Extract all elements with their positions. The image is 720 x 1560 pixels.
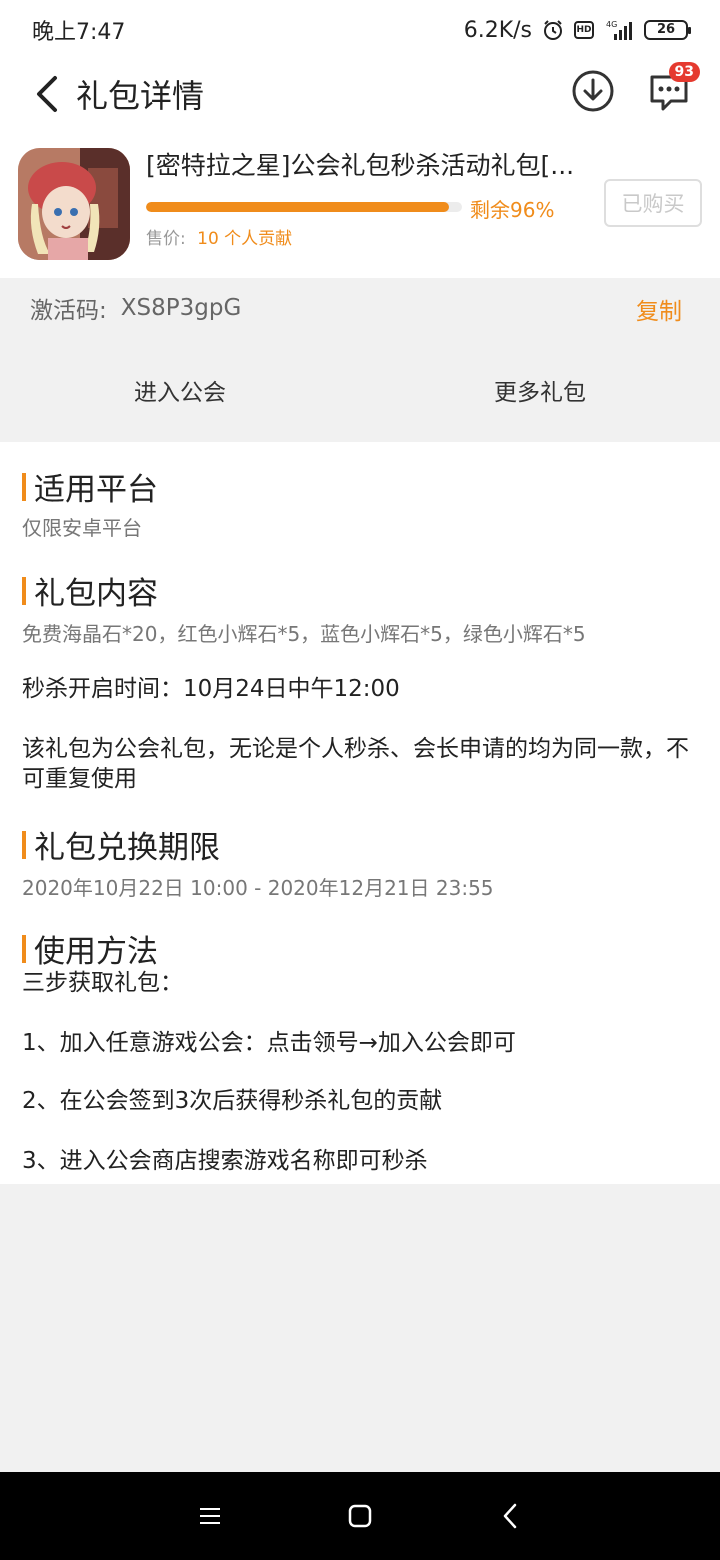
alarm-icon xyxy=(542,19,564,41)
home-button[interactable] xyxy=(342,1498,378,1534)
contents-note: 该礼包为公会礼包，无论是个人秒杀、会长申请的均为同一款，不可重复使用 xyxy=(22,736,689,792)
remaining-progress-bar xyxy=(146,202,462,212)
enter-guild-button[interactable]: 进入公会 xyxy=(0,350,360,430)
download-icon xyxy=(572,70,614,112)
price-row: 售价: 10 个人贡献 xyxy=(146,224,292,249)
usage-title: 使用方法 xyxy=(22,926,158,971)
gift-detail-page: 晚上7:47 6.2K/s HD 4G 26 礼包详情 93 [密特拉之星]公会… xyxy=(0,0,720,1560)
download-button[interactable] xyxy=(570,68,616,114)
menu-button[interactable] xyxy=(192,1498,228,1534)
section-accent-bar xyxy=(22,830,26,859)
purchased-button[interactable]: 已购买 xyxy=(604,179,702,227)
home-icon xyxy=(348,1504,372,1528)
activation-code-value: XS8P3gpG xyxy=(120,295,242,321)
back-icon xyxy=(503,1503,517,1529)
signal-icon: 4G xyxy=(604,19,634,41)
gift-summary: [密特拉之星]公会礼包秒杀活动礼包[... 剩余96% 售价: 10 个人贡献 … xyxy=(0,128,720,278)
validity-period: 2020年10月22日 10:00 - 2020年12月21日 23:55 xyxy=(22,876,494,900)
price-value: 10 个人贡献 xyxy=(197,229,293,249)
platform-title: 适用平台 xyxy=(22,464,158,509)
usage-step-3: 3、进入公会商店搜索游戏名称即可秒杀 xyxy=(22,1148,428,1174)
copy-code-button[interactable]: 复制 xyxy=(636,292,682,326)
activation-code-label: 激活码: xyxy=(30,298,107,324)
game-icon xyxy=(18,148,130,260)
usage-intro: 三步获取礼包： xyxy=(22,970,183,996)
validity-title: 礼包兑换期限 xyxy=(22,822,220,867)
messages-button[interactable]: 93 xyxy=(646,62,700,114)
remaining-percent: 剩余96% xyxy=(470,198,555,222)
platform-text: 仅限安卓平台 xyxy=(22,516,142,540)
menu-icon xyxy=(200,1508,220,1524)
system-back-button[interactable] xyxy=(492,1498,528,1534)
contents-title-text: 礼包内容 xyxy=(34,576,158,612)
contents-items: 免费海晶石*20，红色小辉石*5，蓝色小辉石*5，绿色小辉石*5 xyxy=(22,622,586,646)
price-label: 售价: xyxy=(146,229,186,249)
contents-title: 礼包内容 xyxy=(22,568,158,613)
section-accent-bar xyxy=(22,472,26,501)
section-accent-bar xyxy=(22,934,26,963)
more-gifts-button[interactable]: 更多礼包 xyxy=(360,350,720,430)
gift-name: [密特拉之星]公会礼包秒杀活动礼包[... xyxy=(146,151,575,180)
network-speed: 6.2K/s xyxy=(463,17,532,43)
validity-title-text: 礼包兑换期限 xyxy=(34,830,220,866)
svg-text:4G: 4G xyxy=(606,20,617,29)
gift-details-content: 适用平台 仅限安卓平台 礼包内容 免费海晶石*20，红色小辉石*5，蓝色小辉石*… xyxy=(0,442,720,1184)
system-navigation-bar xyxy=(0,1472,720,1560)
flash-sale-time: 秒杀开启时间：10月24日中午12:00 xyxy=(22,676,400,702)
section-accent-bar xyxy=(22,576,26,605)
activation-code-row: 激活码: XS8P3gpG 复制 xyxy=(0,278,720,338)
platform-title-text: 适用平台 xyxy=(34,472,158,508)
usage-step-2: 2、在公会签到3次后获得秒杀礼包的贡献 xyxy=(22,1088,443,1114)
header-actions: 93 xyxy=(570,62,700,114)
status-indicators: 6.2K/s HD 4G 26 xyxy=(463,17,691,43)
back-button[interactable] xyxy=(16,60,76,128)
app-header: 礼包详情 93 xyxy=(0,60,720,128)
usage-title-text: 使用方法 xyxy=(34,934,158,970)
usage-step-1: 1、加入任意游戏公会：点击领号→加入公会即可 xyxy=(22,1030,516,1056)
remaining-progress-fill xyxy=(146,202,450,212)
battery-icon: 26 xyxy=(644,20,691,40)
status-bar: 晚上7:47 6.2K/s HD 4G 26 xyxy=(0,0,720,60)
hd-icon: HD xyxy=(574,21,594,39)
message-count-badge: 93 xyxy=(668,62,700,82)
gift-actions: 进入公会 更多礼包 xyxy=(0,350,720,430)
page-title: 礼包详情 xyxy=(76,77,205,115)
status-time: 晚上7:47 xyxy=(32,20,126,45)
back-arrow-icon xyxy=(37,76,57,112)
